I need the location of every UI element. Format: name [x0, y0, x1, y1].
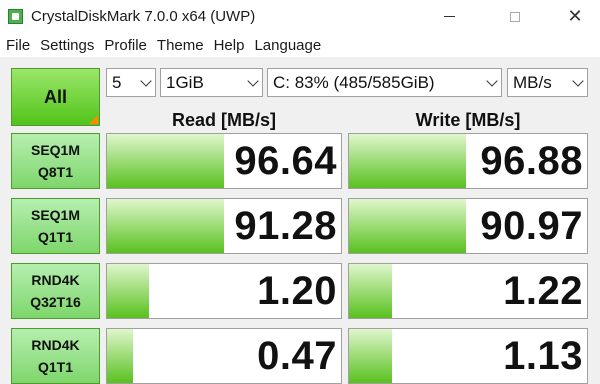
write-result-bar [349, 134, 466, 188]
write-result-value: 1.22 [503, 268, 583, 313]
write-result-value: 90.97 [480, 203, 583, 248]
menu-file[interactable]: File [0, 37, 35, 54]
test-button-seq1m-q8t1[interactable]: SEQ1M Q8T1 [11, 133, 100, 189]
test-params: Q8T1 [37, 164, 73, 180]
read-result-cell: 1.20 [106, 263, 342, 319]
chevron-down-icon [572, 75, 584, 87]
menu-language[interactable]: Language [249, 37, 326, 54]
run-all-label: All [43, 86, 67, 107]
test-count-value: 5 [112, 72, 122, 92]
write-column-header: Write [MB/s] [415, 109, 521, 130]
menu-help[interactable]: Help [209, 37, 250, 54]
drive-select[interactable]: C: 83% (485/585GiB) [267, 68, 502, 97]
write-result-bar [349, 199, 466, 253]
write-result-cell: 96.88 [348, 133, 588, 189]
write-result-cell: 1.13 [348, 328, 588, 384]
test-size-select[interactable]: 1GiB [160, 68, 263, 97]
test-params: Q32T16 [30, 294, 81, 310]
test-button-rnd4k-q32t16[interactable]: RND4K Q32T16 [11, 263, 100, 319]
chevron-down-icon [247, 75, 259, 87]
read-result-bar [107, 134, 224, 188]
maximize-button[interactable] [492, 0, 538, 33]
drive-value: C: 83% (485/585GiB) [273, 72, 435, 92]
menu-settings[interactable]: Settings [35, 37, 99, 54]
write-result-value: 96.88 [480, 138, 583, 183]
unit-select[interactable]: MB/s [507, 68, 588, 97]
window-title: CrystalDiskMark 7.0.0 x64 (UWP) [31, 8, 256, 25]
read-result-cell: 91.28 [106, 198, 342, 254]
test-count-select[interactable]: 5 [106, 68, 156, 97]
menu-bar: File Settings Profile Theme Help Languag… [0, 33, 600, 57]
menu-theme[interactable]: Theme [152, 37, 209, 54]
read-column-header: Read [MB/s] [171, 109, 276, 130]
test-name: SEQ1M [30, 142, 80, 158]
write-result-cell: 1.22 [348, 263, 588, 319]
read-result-value: 1.20 [257, 268, 337, 313]
write-result-cell: 90.97 [348, 198, 588, 254]
menu-profile[interactable]: Profile [99, 37, 152, 54]
close-icon: ✕ [567, 6, 583, 26]
test-button-seq1m-q1t1[interactable]: SEQ1M Q1T1 [11, 198, 100, 254]
write-result-bar [349, 264, 392, 318]
read-result-value: 96.64 [234, 138, 337, 183]
run-all-button[interactable]: All [11, 68, 100, 126]
test-button-rnd4k-q1t1[interactable]: RND4K Q1T1 [11, 328, 100, 384]
corner-indicator [89, 115, 98, 124]
read-result-value: 91.28 [234, 203, 337, 248]
read-result-cell: 96.64 [106, 133, 342, 189]
test-name: SEQ1M [30, 207, 80, 223]
minimize-button[interactable] [426, 0, 472, 33]
chevron-down-icon [486, 75, 498, 87]
chevron-down-icon [140, 75, 152, 87]
read-result-cell: 0.47 [106, 328, 342, 384]
close-button[interactable]: ✕ [552, 0, 598, 33]
test-name: RND4K [31, 272, 80, 288]
unit-value: MB/s [513, 72, 552, 92]
app-icon [8, 9, 23, 24]
test-params: Q1T1 [37, 229, 73, 245]
minimize-icon [443, 16, 455, 17]
test-name: RND4K [31, 337, 80, 353]
read-result-bar [107, 264, 150, 318]
read-result-bar [107, 199, 224, 253]
test-size-value: 1GiB [166, 72, 204, 92]
title-bar: CrystalDiskMark 7.0.0 x64 (UWP) ✕ [0, 0, 600, 33]
maximize-icon [510, 11, 520, 22]
benchmark-panel: All 5 1GiB C: 83% (485/585GiB) MB/s Read… [0, 57, 600, 384]
